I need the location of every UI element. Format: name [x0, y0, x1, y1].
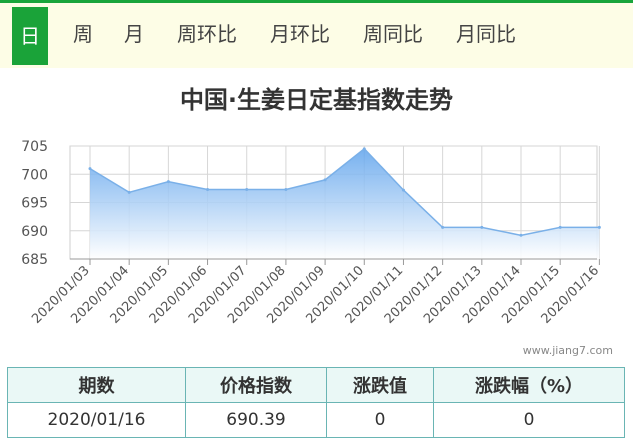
data-point	[362, 147, 366, 151]
y-tick-label: 685	[21, 252, 48, 268]
chart: 7057006956906852020/01/032020/01/042020/…	[21, 139, 602, 327]
data-point	[558, 225, 562, 229]
table-header-row: 期数 价格指数 涨跌值 涨跌幅（%）	[7, 367, 625, 403]
data-point	[519, 233, 523, 237]
data-point	[206, 188, 210, 192]
tab-week-year-over-year[interactable]: 周同比	[358, 6, 428, 62]
data-point	[323, 178, 327, 182]
tab-day[interactable]: 日	[12, 7, 48, 65]
data-point	[480, 225, 484, 229]
header-change-value: 涨跌值	[326, 367, 434, 403]
data-point	[284, 188, 288, 192]
cell-change-value: 0	[326, 402, 434, 438]
data-point	[441, 225, 445, 229]
tab-month[interactable]: 月	[121, 6, 147, 62]
header-change-percent: 涨跌幅（%）	[433, 367, 625, 403]
cell-price-index: 690.39	[185, 402, 327, 438]
tab-week[interactable]: 周	[70, 6, 96, 62]
table-row: 2020/01/16 690.39 0 0	[7, 402, 625, 438]
summary-table: 期数 价格指数 涨跌值 涨跌幅（%） 2020/01/16 690.39 0 0	[7, 367, 625, 438]
y-tick-label: 700	[21, 167, 48, 183]
cell-period: 2020/01/16	[7, 402, 186, 438]
data-point	[166, 180, 170, 184]
area-fill	[90, 148, 600, 259]
header-price-index: 价格指数	[185, 367, 327, 403]
y-tick-label: 695	[21, 196, 48, 212]
data-point	[127, 190, 131, 194]
y-tick-label: 690	[21, 224, 48, 240]
header-period: 期数	[7, 367, 186, 403]
chart-title: 中国·生姜日定基指数走势	[179, 86, 454, 114]
data-point	[88, 167, 92, 171]
period-tabs: 日 周 月 周环比 月环比 周同比 月同比	[0, 0, 633, 68]
data-point	[401, 188, 405, 192]
y-tick-label: 705	[21, 139, 48, 155]
data-point	[245, 188, 249, 192]
tab-week-over-week[interactable]: 周环比	[172, 6, 242, 62]
tab-month-over-month[interactable]: 月环比	[265, 6, 335, 62]
data-point	[597, 225, 601, 229]
tab-month-year-over-year[interactable]: 月同比	[451, 6, 521, 62]
watermark: www.jiang7.com	[522, 344, 613, 357]
cell-change-percent: 0	[433, 402, 625, 438]
